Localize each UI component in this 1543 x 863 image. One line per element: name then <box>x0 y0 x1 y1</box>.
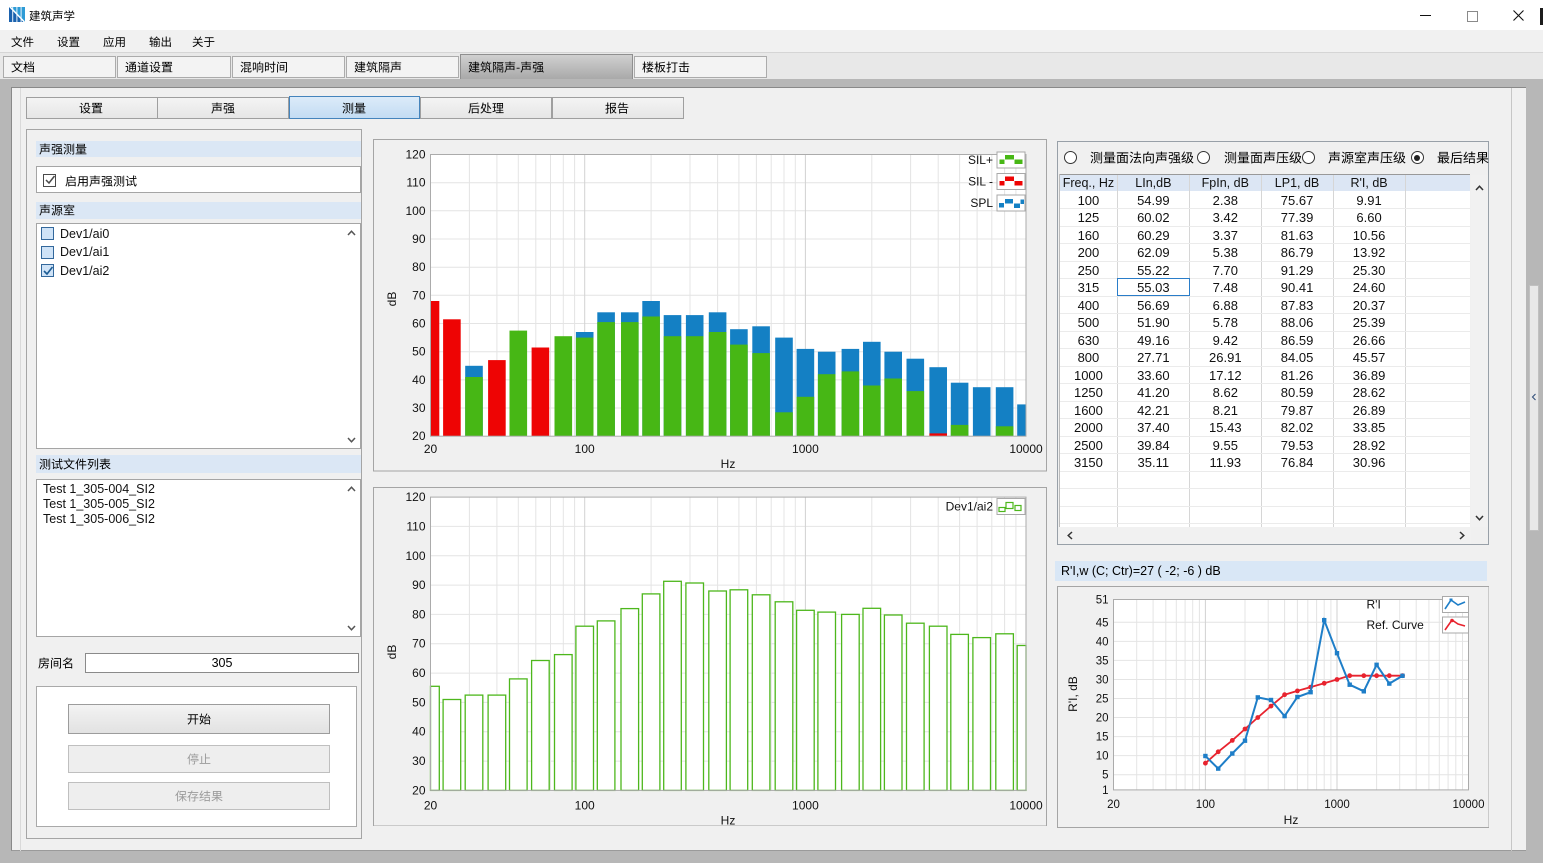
svg-text:30: 30 <box>412 754 426 768</box>
svg-text:30: 30 <box>1095 674 1108 686</box>
svg-text:70: 70 <box>412 636 426 650</box>
svg-text:40: 40 <box>1095 636 1108 648</box>
svg-text:20: 20 <box>423 798 437 812</box>
svg-text:90: 90 <box>412 232 426 246</box>
svg-text:20: 20 <box>1095 712 1108 724</box>
svg-text:45: 45 <box>1095 617 1108 629</box>
svg-text:110: 110 <box>406 519 425 533</box>
svg-text:51: 51 <box>1095 594 1108 606</box>
svg-text:60: 60 <box>412 317 426 331</box>
svg-text:SIL+: SIL+ <box>967 153 992 167</box>
svg-text:20: 20 <box>423 442 437 456</box>
svg-text:100: 100 <box>405 204 425 218</box>
svg-text:dB: dB <box>385 644 399 659</box>
svg-text:120: 120 <box>405 490 425 504</box>
svg-text:1: 1 <box>1102 784 1108 796</box>
svg-text:80: 80 <box>412 607 426 621</box>
svg-text:40: 40 <box>412 724 426 738</box>
svg-text:30: 30 <box>412 401 426 415</box>
svg-text:70: 70 <box>412 288 426 302</box>
svg-text:25: 25 <box>1095 693 1108 705</box>
svg-text:100: 100 <box>405 548 425 562</box>
svg-text:10000: 10000 <box>1009 798 1043 812</box>
svg-text:5: 5 <box>1102 769 1108 781</box>
svg-text:Hz: Hz <box>720 457 735 471</box>
svg-text:90: 90 <box>412 578 426 592</box>
svg-text:40: 40 <box>412 373 426 387</box>
svg-text:80: 80 <box>412 260 426 274</box>
svg-text:R'I, dB: R'I, dB <box>1066 676 1080 712</box>
svg-text:Hz: Hz <box>1283 813 1298 827</box>
svg-text:10000: 10000 <box>1452 799 1484 811</box>
svg-text:50: 50 <box>412 695 426 709</box>
svg-text:110: 110 <box>406 176 425 190</box>
svg-text:Ref. Curve: Ref. Curve <box>1366 618 1424 632</box>
svg-text:60: 60 <box>412 666 426 680</box>
svg-text:20: 20 <box>1107 799 1120 811</box>
svg-text:1000: 1000 <box>1324 799 1350 811</box>
svg-text:15: 15 <box>1095 731 1108 743</box>
svg-text:35: 35 <box>1095 655 1108 667</box>
svg-text:R'I: R'I <box>1366 597 1380 611</box>
svg-text:100: 100 <box>574 442 594 456</box>
svg-text:100: 100 <box>1195 799 1214 811</box>
svg-text:1000: 1000 <box>792 798 819 812</box>
svg-text:1000: 1000 <box>792 442 819 456</box>
svg-text:Dev1/ai2: Dev1/ai2 <box>945 499 993 513</box>
svg-text:Hz: Hz <box>720 813 735 826</box>
svg-text:100: 100 <box>574 798 594 812</box>
svg-text:dB: dB <box>385 292 399 307</box>
svg-text:10: 10 <box>1095 750 1108 762</box>
svg-text:50: 50 <box>412 345 426 359</box>
svg-text:120: 120 <box>405 148 425 162</box>
svg-text:20: 20 <box>412 783 426 797</box>
